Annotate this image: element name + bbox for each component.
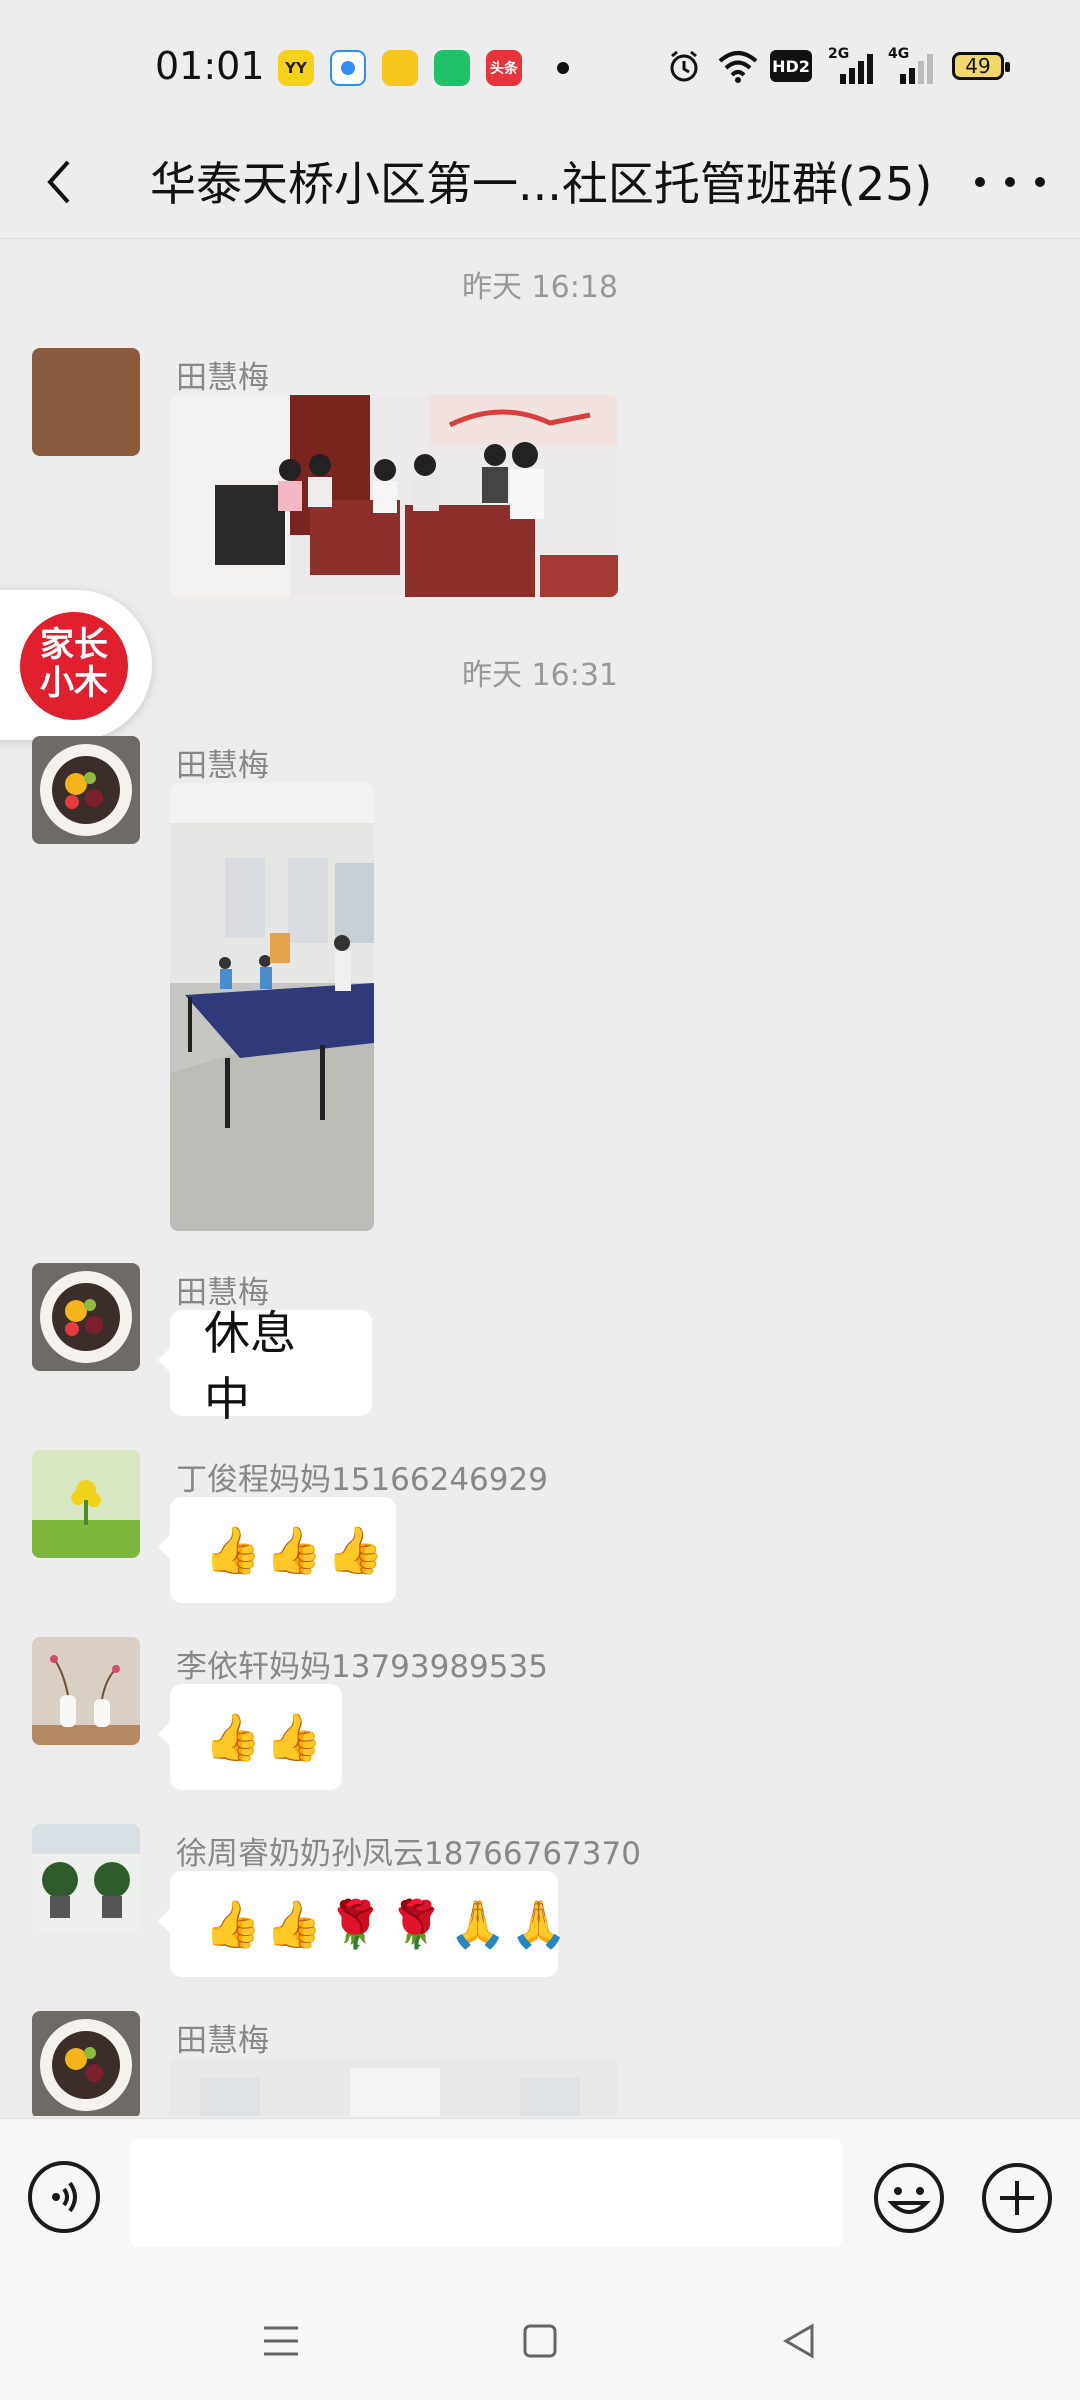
battery-icon: 49	[952, 52, 1010, 80]
emoji-button[interactable]	[872, 2161, 946, 2235]
notes-app-icon	[382, 50, 418, 86]
yy-app-icon: YY	[278, 50, 314, 86]
browser-app-icon	[330, 50, 366, 86]
voice-icon	[52, 2181, 77, 2213]
home-nav-button[interactable]	[517, 2318, 563, 2364]
chat-title: 华泰天桥小区第一...社区托管班群(25)	[150, 157, 933, 211]
alarm-icon	[664, 46, 704, 86]
network-4g-label: 4G	[888, 46, 910, 62]
cake-avatar-icon	[32, 2011, 140, 2116]
sender-name: 田慧梅	[176, 2023, 269, 2059]
sender-name: 徐周睿奶奶孙凤云18766767370	[176, 1836, 641, 1872]
vase-avatar-icon	[32, 1637, 140, 1745]
message-bubble[interactable]: 👍👍🌹🌹🙏🙏	[158, 1871, 568, 1977]
flower-avatar-icon	[32, 1450, 140, 1558]
smiley-icon	[874, 2163, 944, 2233]
avatar[interactable]	[32, 1637, 140, 1745]
network-2g-label: 2G	[828, 46, 850, 62]
avatar[interactable]	[32, 1450, 140, 1558]
cake-avatar-icon	[32, 1263, 140, 1371]
notification-dot-icon	[557, 62, 569, 74]
back-nav-button[interactable]	[776, 2318, 822, 2364]
timestamp: 昨天 16:18	[462, 270, 618, 305]
voice-input-button[interactable]	[28, 2161, 100, 2233]
status-time: 01:01	[155, 44, 265, 88]
avatar[interactable]	[32, 1263, 140, 1371]
message-image[interactable]	[170, 2058, 618, 2116]
sender-name: 田慧梅	[176, 748, 269, 784]
status-bar: 01:01 YY 头条 HD2 2G 4G 49	[0, 0, 1080, 128]
hd-badge: HD2	[770, 50, 812, 82]
plants-avatar-icon	[32, 1824, 140, 1932]
message-input[interactable]	[130, 2139, 842, 2247]
plus-icon	[982, 2163, 1052, 2233]
avatar[interactable]	[32, 1824, 140, 1932]
more-functions-button[interactable]	[980, 2161, 1054, 2235]
sender-name: 丁俊程妈妈15166246929	[176, 1462, 548, 1498]
more-dot-icon	[1005, 177, 1015, 187]
system-nav-bar	[0, 2278, 1080, 2400]
message-list[interactable]: 昨天 16:18 田慧梅 家长 小木 昨天 16:31 田慧梅 田慧梅 休息中 …	[0, 240, 1080, 2116]
message-image[interactable]	[170, 783, 374, 1231]
more-dot-icon	[975, 177, 985, 187]
sender-name: 李依轩妈妈13793989535	[176, 1649, 548, 1685]
avatar[interactable]	[32, 2011, 140, 2116]
menu-nav-button[interactable]	[258, 2318, 304, 2364]
back-triangle-icon	[782, 2323, 814, 2359]
wifi-icon	[714, 46, 762, 86]
signal-2g-icon: 2G	[826, 46, 876, 86]
message-bubble[interactable]: 👍👍	[158, 1684, 342, 1790]
emoji-text: 👍👍	[204, 1709, 327, 1764]
chat-header: 华泰天桥小区第一...社区托管班群(25)	[0, 128, 1080, 239]
message-bubble[interactable]: 休息中	[158, 1306, 372, 1426]
cake-avatar-icon	[32, 736, 140, 844]
toutiao-app-icon: 头条	[486, 50, 522, 86]
more-options-button[interactable]	[975, 152, 1045, 212]
signal-4g-icon: 4G	[886, 46, 936, 86]
back-button[interactable]	[30, 152, 90, 212]
sender-name: 田慧梅	[176, 360, 269, 396]
timestamp: 昨天 16:31	[462, 658, 618, 693]
input-bar	[0, 2118, 1080, 2279]
store-app-icon	[434, 50, 470, 86]
avatar[interactable]	[32, 736, 140, 844]
message-image[interactable]	[170, 395, 618, 597]
home-square-icon	[523, 2324, 557, 2358]
avatar[interactable]	[32, 348, 140, 456]
message-bubble[interactable]: 👍👍👍	[158, 1497, 396, 1603]
chevron-left-icon	[47, 160, 70, 204]
emoji-text: 👍👍🌹🌹🙏🙏	[204, 1896, 572, 1951]
menu-icon	[264, 2326, 298, 2356]
more-dot-icon	[1035, 177, 1045, 187]
emoji-text: 👍👍👍	[204, 1522, 388, 1577]
